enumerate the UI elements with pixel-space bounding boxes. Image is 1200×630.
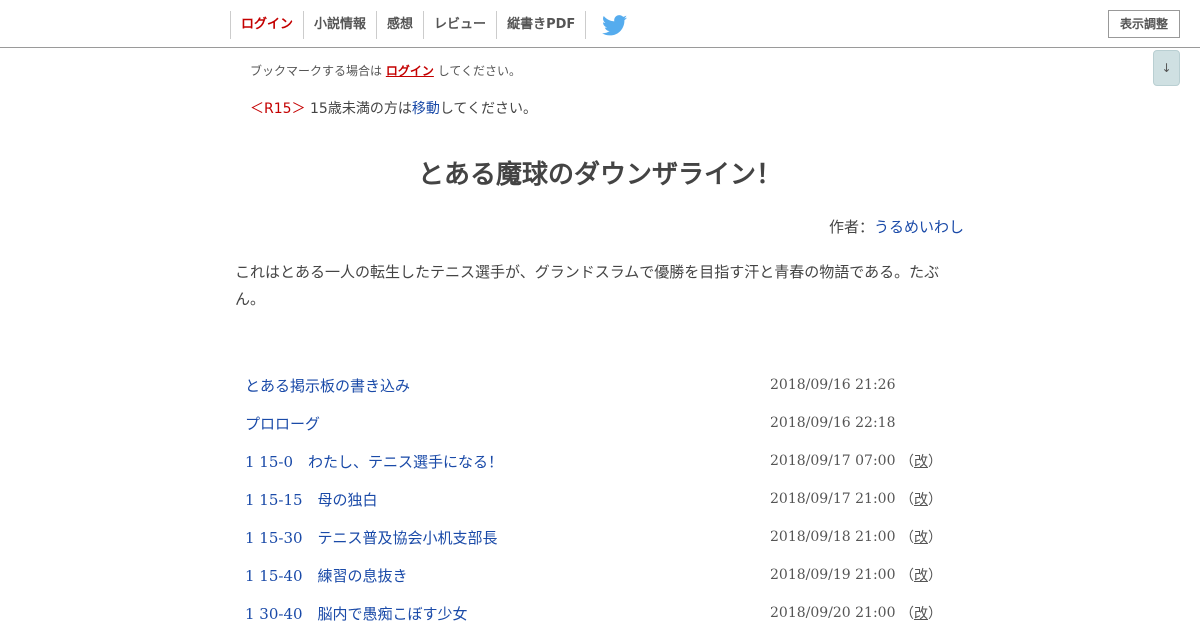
chapter-link[interactable]: とある掲示板の書き込み	[245, 375, 770, 396]
chapter-date: 2018/09/16 21:26	[770, 377, 896, 393]
chapter-list: とある掲示板の書き込み 2018/09/16 21:26 プロローグ 2018/…	[245, 366, 965, 630]
revision-link[interactable]: 改	[914, 530, 928, 546]
chapter-link[interactable]: 1 15-30 テニス普及協会小机支部長	[245, 527, 770, 548]
chapter-link[interactable]: 1 15-40 練習の息抜き	[245, 565, 770, 586]
twitter-share-button[interactable]	[586, 11, 643, 39]
chapter-row: とある掲示板の書き込み 2018/09/16 21:26	[245, 366, 965, 404]
revision-marker: （改）	[895, 492, 942, 508]
chapter-row: 1 30-40 脳内で愚痴こぼす少女 2018/09/20 21:00 （改）	[245, 594, 965, 630]
chapter-date: 2018/09/19 21:00	[770, 567, 896, 583]
revision-marker: （改）	[895, 454, 942, 470]
chapter-date: 2018/09/17 07:00	[770, 453, 896, 469]
revision-link[interactable]: 改	[914, 606, 928, 622]
bookmark-note: ブックマークする場合は ログイン してください。	[250, 62, 521, 79]
bookmark-login-link[interactable]: ログイン	[386, 64, 434, 78]
nav-review[interactable]: レビュー	[424, 11, 498, 39]
chapter-date: 2018/09/18 21:00	[770, 529, 896, 545]
revision-link[interactable]: 改	[914, 492, 928, 508]
display-settings-button[interactable]: 表示調整	[1108, 10, 1180, 38]
chapter-row: プロローグ 2018/09/16 22:18	[245, 404, 965, 442]
nav-impressions[interactable]: 感想	[377, 11, 425, 39]
revision-marker: （改）	[895, 568, 942, 584]
bookmark-note-suffix: してください。	[437, 64, 521, 78]
chapter-link[interactable]: 1 15-15 母の独白	[245, 489, 770, 510]
author-link[interactable]: うるめいわし	[874, 218, 964, 236]
author-label: 作者：	[828, 218, 874, 236]
novel-title: とある魔球のダウンザライン！	[417, 160, 782, 190]
r15-badge: ＜R15＞	[250, 101, 306, 117]
age-rating-note: ＜R15＞ 15歳未満の方は移動してください。	[250, 98, 537, 118]
revision-link[interactable]: 改	[914, 568, 928, 584]
age-rating-prefix: 15歳未満の方は	[310, 101, 412, 117]
novel-synopsis: これはとある一人の転生したテニス選手が、グランドスラムで優勝を目指す汗と青春の物…	[235, 263, 940, 308]
age-rating-suffix: してください。	[439, 101, 537, 117]
age-rating-move-link[interactable]: 移動	[412, 101, 440, 117]
scroll-down-button[interactable]: ↓	[1153, 50, 1180, 86]
bookmark-note-prefix: ブックマークする場合は	[250, 64, 383, 78]
chapter-link[interactable]: プロローグ	[245, 413, 770, 434]
main-nav: ログイン 小説情報 感想 レビュー 縦書きPDF	[230, 11, 643, 39]
top-navigation-bar: ログイン 小説情報 感想 レビュー 縦書きPDF 表示調整	[0, 0, 1200, 48]
chapter-row: 1 15-30 テニス普及協会小机支部長 2018/09/18 21:00 （改…	[245, 518, 965, 556]
chapter-row: 1 15-40 練習の息抜き 2018/09/19 21:00 （改）	[245, 556, 965, 594]
revision-marker: （改）	[895, 606, 942, 622]
chapter-date: 2018/09/17 21:00	[770, 491, 896, 507]
nav-vertical-pdf[interactable]: 縦書きPDF	[497, 11, 587, 39]
twitter-bird-icon	[602, 14, 628, 35]
revision-marker: （改）	[895, 530, 942, 546]
nav-novel-info[interactable]: 小説情報	[304, 11, 378, 39]
chapter-date: 2018/09/16 22:18	[770, 415, 896, 431]
chapter-link[interactable]: 1 15-0 わたし、テニス選手になる！	[245, 451, 770, 472]
chapter-row: 1 15-0 わたし、テニス選手になる！ 2018/09/17 07:00 （改…	[245, 442, 965, 480]
chapter-date: 2018/09/20 21:00	[770, 605, 896, 621]
revision-link[interactable]: 改	[914, 454, 928, 470]
nav-login[interactable]: ログイン	[231, 11, 305, 39]
chapter-link[interactable]: 1 30-40 脳内で愚痴こぼす少女	[245, 603, 770, 624]
chapter-row: 1 15-15 母の独白 2018/09/17 21:00 （改）	[245, 480, 965, 518]
author-line: 作者：うるめいわし	[829, 216, 964, 237]
